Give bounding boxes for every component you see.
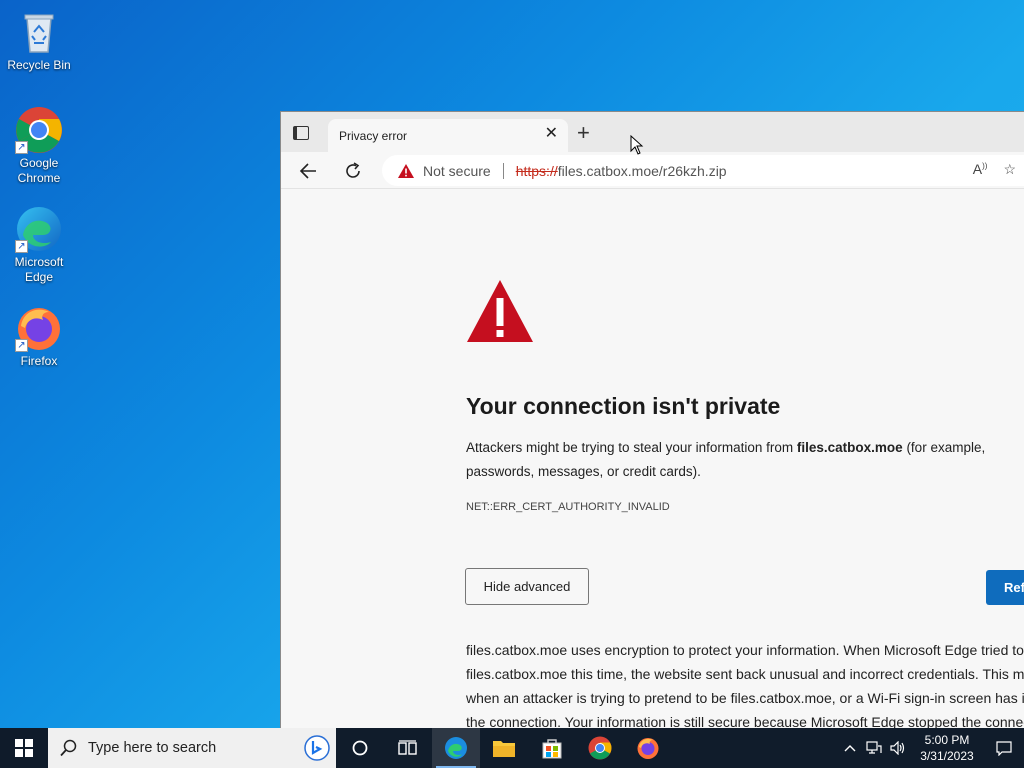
edge-window: Privacy error ✕ + Not secure https:// fi… xyxy=(280,111,1024,728)
taskbar-file-explorer[interactable] xyxy=(480,728,528,768)
desktop-icon-label: Recycle Bin xyxy=(7,58,71,72)
refresh-icon[interactable] xyxy=(342,160,364,182)
mouse-cursor-icon xyxy=(630,135,644,155)
taskbar-clock[interactable]: 5:00 PM 3/31/2023 xyxy=(910,732,984,764)
search-icon xyxy=(60,739,77,757)
recycle-bin-icon xyxy=(15,8,63,56)
url-scheme: https:// xyxy=(515,162,558,179)
taskbar-firefox[interactable] xyxy=(624,728,672,768)
desktop-icon-microsoft-edge[interactable]: ↗ Microsoft Edge xyxy=(4,205,74,285)
desc-text-1: Attackers might be trying to steal your … xyxy=(466,440,797,455)
shortcut-arrow-icon: ↗ xyxy=(15,141,28,154)
taskbar: Type here to search 5:00 PM 3/31/2023 xyxy=(0,728,1024,768)
system-tray: 5:00 PM 3/31/2023 xyxy=(838,728,1024,768)
back-arrow-icon[interactable] xyxy=(298,160,320,182)
desktop-icon-firefox[interactable]: ↗ Firefox xyxy=(4,304,74,369)
cortana-button[interactable] xyxy=(336,728,384,768)
notification-icon xyxy=(996,740,1012,756)
firefox-icon xyxy=(637,738,659,759)
notification-center-button[interactable] xyxy=(984,740,1024,756)
error-code[interactable]: NET::ERR_CERT_AUTHORITY_INVALID xyxy=(466,501,670,513)
search-placeholder: Type here to search xyxy=(88,740,217,756)
address-separator xyxy=(502,162,504,179)
chrome-icon xyxy=(588,736,612,760)
chrome-icon: ↗ xyxy=(15,106,63,154)
start-button[interactable] xyxy=(0,728,48,768)
close-tab-icon[interactable]: ✕ xyxy=(545,126,558,142)
taskbar-search-box[interactable]: Type here to search xyxy=(48,728,336,768)
new-tab-button[interactable]: + xyxy=(577,122,590,144)
advanced-details-text: files.catbox.moe uses encryption to prot… xyxy=(466,642,1024,728)
desktop-icon-label: Microsoft Edge xyxy=(14,255,64,284)
edge-icon xyxy=(445,737,467,759)
desc-host: files.catbox.moe xyxy=(796,440,903,455)
warning-triangle-icon xyxy=(467,280,533,342)
clock-time: 5:00 PM xyxy=(924,733,970,747)
taskbar-store[interactable] xyxy=(528,728,576,768)
firefox-icon: ↗ xyxy=(15,304,63,352)
page-title: Your connection isn't private xyxy=(466,393,781,419)
desktop-icon-label: Google Chrome xyxy=(17,156,61,185)
tab-title: Privacy error xyxy=(339,129,408,143)
volume-icon[interactable] xyxy=(886,741,910,755)
tab-actions-icon[interactable] xyxy=(293,126,309,140)
navigation-toolbar: Not secure https:// files.catbox.moe/r26… xyxy=(281,152,1024,189)
shortcut-arrow-icon: ↗ xyxy=(15,339,28,352)
tab-bar: Privacy error ✕ + xyxy=(281,112,1024,152)
taskbar-edge[interactable] xyxy=(432,728,480,768)
not-secure-warning-icon xyxy=(398,163,414,178)
shortcut-arrow-icon: ↗ xyxy=(15,240,28,253)
bing-icon[interactable] xyxy=(304,735,330,761)
url-text: files.catbox.moe/r26kzh.zip xyxy=(557,162,727,179)
address-bar[interactable]: Not secure https:// files.catbox.moe/r26… xyxy=(382,155,1024,186)
windows-logo-icon xyxy=(15,739,33,757)
task-view-icon xyxy=(398,740,417,755)
read-aloud-icon[interactable]: A)) xyxy=(973,161,988,178)
refresh-button[interactable]: Refresh xyxy=(986,570,1024,605)
task-view-button[interactable] xyxy=(384,728,432,768)
not-secure-label[interactable]: Not secure xyxy=(423,163,491,179)
folder-icon xyxy=(493,741,515,757)
privacy-error-page: Your connection isn't private Attackers … xyxy=(281,190,1024,728)
desktop-icon-label: Firefox xyxy=(20,354,58,368)
store-icon xyxy=(542,739,562,759)
desktop-icon-recycle-bin[interactable]: Recycle Bin xyxy=(4,8,74,73)
cortana-icon xyxy=(352,740,368,756)
edge-icon: ↗ xyxy=(15,205,63,253)
error-description: Attackers might be trying to steal your … xyxy=(466,436,1024,484)
add-favorite-icon[interactable]: ☆ xyxy=(1003,161,1016,178)
hide-advanced-button[interactable]: Hide advanced xyxy=(465,568,589,605)
clock-date: 3/31/2023 xyxy=(920,749,974,763)
tab-privacy-error[interactable]: Privacy error ✕ xyxy=(328,119,568,152)
taskbar-chrome[interactable] xyxy=(576,728,624,768)
network-icon[interactable] xyxy=(862,741,886,755)
desktop-icon-google-chrome[interactable]: ↗ Google Chrome xyxy=(4,106,74,186)
show-hidden-icons-icon[interactable] xyxy=(838,744,862,752)
